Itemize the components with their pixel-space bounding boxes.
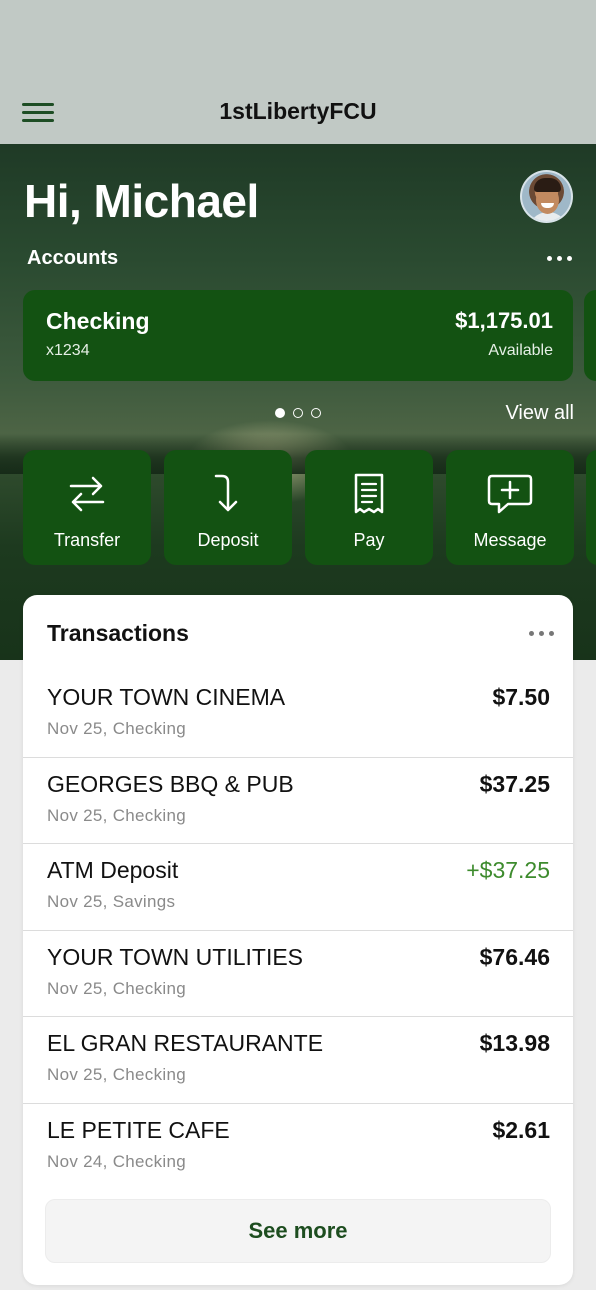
row-divider xyxy=(23,843,573,844)
pay-button[interactable]: Pay xyxy=(305,450,433,565)
transaction-meta: Nov 25, Checking xyxy=(47,1065,186,1084)
row-divider xyxy=(23,756,573,758)
pager-dot[interactable] xyxy=(293,408,303,418)
transaction-merchant: GEORGES BBQ & PUB xyxy=(47,770,294,797)
transactions-more-icon[interactable] xyxy=(529,630,555,638)
view-all-link[interactable]: View all xyxy=(505,402,574,425)
greeting-title: Hi, Michael xyxy=(24,175,259,227)
avatar[interactable] xyxy=(520,170,573,223)
accounts-label: Accounts xyxy=(27,247,119,269)
row-divider xyxy=(23,1016,573,1017)
pager-dot[interactable] xyxy=(311,408,321,418)
transaction-meta: Nov 25, Savings xyxy=(47,892,176,911)
transaction-row[interactable]: EL GRAN RESTAURANTE Nov 25, Checking $13.9… xyxy=(23,1016,573,1102)
transaction-row[interactable]: YOUR TOWN CINEMA Nov 25, Checking $7.50 xyxy=(23,670,573,756)
account-number: x1234 xyxy=(46,342,90,359)
account-card-checking[interactable]: Checking x1234 $1,175.01 Available xyxy=(23,290,573,381)
account-card-next[interactable] xyxy=(584,290,596,381)
transaction-merchant: ATM Deposit xyxy=(47,857,179,883)
transaction-merchant: LE PETITE CAFE xyxy=(47,1116,230,1143)
accounts-more-icon[interactable] xyxy=(547,255,573,263)
transaction-row[interactable]: LE PETITE CAFE Nov 24, Checking $2.61 xyxy=(23,1102,573,1189)
transaction-amount: $2.61 xyxy=(492,1116,550,1143)
message-button[interactable]: Message xyxy=(446,450,574,565)
action-next[interactable] xyxy=(586,450,596,565)
nav-bar: 1stLibertyFCU xyxy=(0,80,596,144)
row-divider xyxy=(23,1102,573,1104)
see-more-button[interactable]: See more xyxy=(45,1199,551,1263)
transaction-merchant: YOUR TOWN UTILITIES xyxy=(47,943,304,970)
transaction-meta: Nov 25, Checking xyxy=(47,978,186,998)
message-label: Message xyxy=(473,530,547,550)
transactions-title: Transactions xyxy=(47,620,189,646)
app-title: 1stLibertyFCU xyxy=(219,98,377,124)
transaction-merchant: YOUR TOWN CINEMA xyxy=(47,684,286,710)
pay-label: Pay xyxy=(353,530,385,550)
account-balance-label: Available xyxy=(488,342,553,359)
transaction-amount: $37.25 xyxy=(479,770,550,797)
transaction-amount: $76.46 xyxy=(479,943,550,970)
transaction-amount: +$37.25 xyxy=(466,857,550,883)
transaction-row[interactable]: ATM Deposit Nov 25, Savings +$37.25 xyxy=(23,843,573,929)
transaction-meta: Nov 25, Checking xyxy=(47,805,186,825)
status-bar xyxy=(0,0,596,80)
pager-dot[interactable] xyxy=(275,408,285,418)
transfer-button[interactable]: Transfer xyxy=(23,450,151,565)
transaction-meta: Nov 24, Checking xyxy=(47,1151,186,1171)
row-divider xyxy=(23,929,573,931)
message-add-icon xyxy=(487,474,533,514)
account-name: Checking xyxy=(46,308,150,334)
transaction-row[interactable]: YOUR TOWN UTILITIES Nov 25, Checking $76.4… xyxy=(23,929,573,1016)
transaction-amount: $13.98 xyxy=(479,1030,550,1056)
transfer-label: Transfer xyxy=(53,530,121,550)
deposit-icon xyxy=(214,474,238,512)
transaction-merchant: EL GRAN RESTAURANTE xyxy=(47,1030,324,1056)
transfer-icon xyxy=(69,476,105,512)
deposit-label: Deposit xyxy=(197,530,259,550)
transaction-row[interactable]: GEORGES BBQ & PUB Nov 25, Checking $37.25 xyxy=(23,756,573,843)
transaction-amount: $7.50 xyxy=(492,684,550,710)
deposit-button[interactable]: Deposit xyxy=(164,450,292,565)
transactions-card: Transactions YOUR TOWN CINEMA Nov 25, Che… xyxy=(23,595,573,1285)
hero-section: Hi, Michael Accounts Checking x1234 $1,1… xyxy=(0,144,596,660)
receipt-icon xyxy=(354,473,384,514)
account-balance: $1,175.01 xyxy=(455,308,553,333)
transaction-meta: Nov 25, Checking xyxy=(47,719,186,738)
